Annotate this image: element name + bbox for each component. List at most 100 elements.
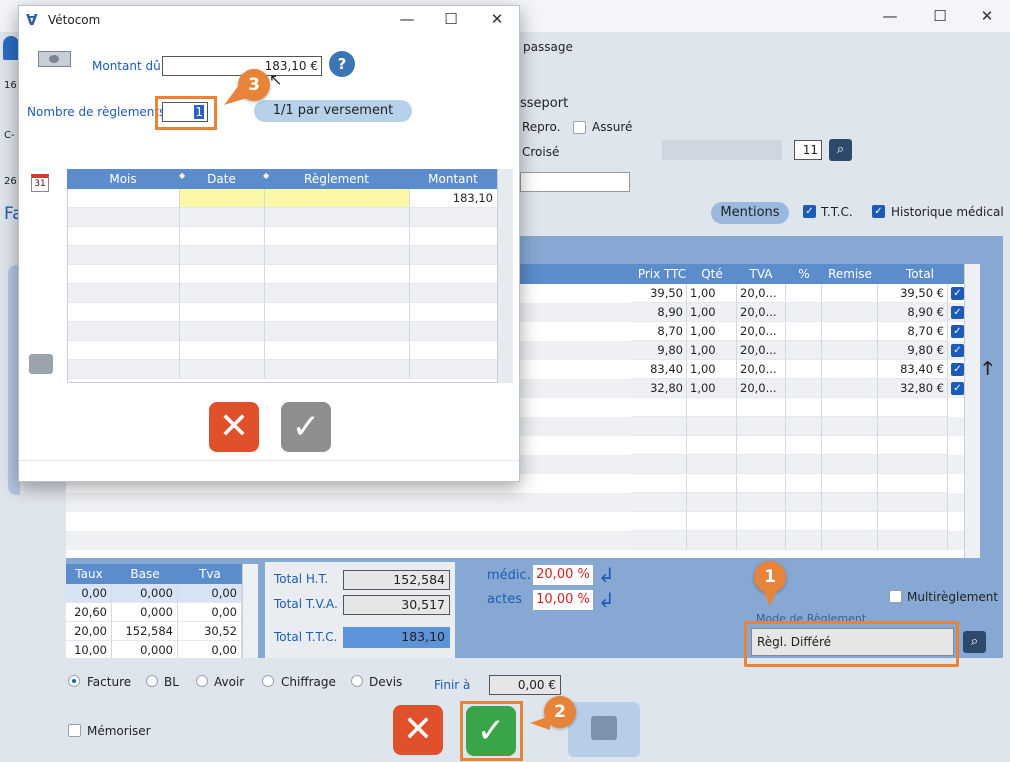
maximize-icon[interactable]: ☐ (917, 0, 963, 32)
remise-actes-value[interactable]: 10,00 % (533, 590, 593, 610)
ttc-checkbox[interactable]: ✓ (803, 205, 816, 218)
close-icon[interactable]: ✕ (474, 3, 520, 35)
table-cell (410, 265, 498, 284)
mentions-button[interactable]: Mentions (711, 202, 789, 224)
croise-number[interactable]: 11 (794, 140, 822, 160)
radio-chiffrage[interactable] (262, 675, 274, 687)
radio-avoir[interactable] (196, 675, 208, 687)
tva-row[interactable]: 10,00 0,000 0,00 (66, 641, 242, 658)
table-cell[interactable] (265, 189, 410, 208)
table-row[interactable]: 183,10 (68, 189, 498, 208)
tva-scrollbar[interactable] (242, 564, 258, 658)
col-total[interactable]: Total (878, 264, 962, 284)
remise-medic-value[interactable]: 20,00 % (533, 565, 593, 585)
radio-facture[interactable] (68, 675, 80, 687)
radio-bl[interactable] (146, 675, 158, 687)
validate-button[interactable]: ✓ (281, 402, 331, 452)
col-tva[interactable]: TVA (737, 264, 785, 284)
table-cell (822, 398, 878, 417)
sort-icon[interactable]: ◆ (263, 171, 269, 180)
table-cell (786, 417, 822, 436)
table-row[interactable] (68, 208, 498, 227)
table-row[interactable] (68, 265, 498, 284)
col-montant[interactable]: Montant (409, 169, 497, 189)
multireglement-label: Multirèglement (907, 590, 999, 604)
radio-bl-label: BL (164, 675, 179, 689)
printer-icon[interactable] (29, 354, 53, 374)
table-row[interactable] (68, 227, 498, 246)
search-icon[interactable]: ⌕ (963, 631, 986, 653)
enter-icon[interactable]: ↲ (598, 563, 615, 587)
versement-button[interactable]: 1/1 par versement (254, 100, 412, 122)
table-row[interactable] (68, 322, 498, 341)
table-cell (631, 436, 687, 455)
total-tva-value: 30,517 (343, 595, 450, 615)
repro-label: Repro. (522, 120, 561, 134)
table-cell (180, 265, 265, 284)
line-checkbox[interactable]: ✓ (951, 382, 964, 395)
assure-checkbox[interactable] (573, 121, 586, 134)
col-mois[interactable]: Mois (67, 169, 179, 189)
table-row[interactable] (66, 531, 964, 550)
croise-field[interactable] (662, 140, 782, 160)
radio-devis[interactable] (351, 675, 363, 687)
table-cell (631, 512, 687, 531)
table-row[interactable] (66, 493, 964, 512)
cancel-button[interactable]: ✕ (209, 402, 259, 452)
table-cell (687, 436, 737, 455)
finir-field[interactable]: 0,00 € (489, 675, 561, 695)
arrow-up-icon[interactable]: 🡑 (983, 356, 992, 386)
line-checkbox[interactable]: ✓ (951, 306, 964, 319)
line-checkbox[interactable]: ✓ (951, 287, 964, 300)
table-row[interactable] (68, 246, 498, 265)
memoriser-checkbox[interactable] (68, 724, 81, 737)
col-qte[interactable]: Qté (687, 264, 737, 284)
calendar-icon[interactable]: 31 (31, 174, 49, 192)
tva-row[interactable]: 0,00 0,000 0,00 (66, 584, 242, 603)
table-row[interactable] (68, 341, 498, 360)
lines-scrollbar[interactable] (964, 264, 980, 558)
table-row[interactable] (68, 360, 498, 379)
cancel-button[interactable]: ✕ (393, 705, 443, 755)
table-cell (878, 493, 948, 512)
maximize-icon[interactable]: ☐ (428, 3, 474, 35)
table-cell: 39,50 € (878, 284, 948, 303)
table-cell: 183,10 (410, 189, 498, 208)
col-reglement[interactable]: Règlement (264, 169, 409, 189)
line-checkbox[interactable]: ✓ (951, 344, 964, 357)
table-cell (737, 493, 786, 512)
table-row[interactable] (68, 284, 498, 303)
print-button[interactable] (568, 702, 640, 757)
validate-button[interactable]: ✓ (466, 706, 516, 756)
table-row[interactable] (66, 512, 964, 531)
historique-checkbox[interactable]: ✓ (872, 205, 885, 218)
nombre-field[interactable]: 1 (162, 102, 208, 122)
table-cell[interactable] (180, 189, 265, 208)
help-icon[interactable]: ? (329, 51, 355, 77)
tva-row[interactable]: 20,60 0,000 0,00 (66, 603, 242, 622)
minimize-icon[interactable]: — (867, 0, 913, 32)
minimize-icon[interactable]: — (384, 3, 430, 35)
montant-label: Montant dû (92, 59, 161, 73)
radio-devis-label: Devis (369, 675, 403, 689)
tva-row[interactable]: 20,00 152,584 30,52 (66, 622, 242, 641)
multireglement-checkbox[interactable] (889, 590, 902, 603)
table-cell (687, 512, 737, 531)
sort-icon[interactable]: ◆ (179, 171, 185, 180)
enter-icon[interactable]: ↲ (598, 588, 615, 612)
search-icon[interactable]: ⌕ (829, 139, 852, 161)
col-pct[interactable]: % (786, 264, 822, 284)
close-icon[interactable]: ✕ (964, 0, 1010, 32)
line-checkbox[interactable]: ✓ (951, 325, 964, 338)
table-row[interactable] (68, 303, 498, 322)
table-cell: 20,0... (737, 284, 786, 303)
line-checkbox[interactable]: ✓ (951, 363, 964, 376)
table-cell (631, 417, 687, 436)
table-cell: 1,00 (687, 284, 737, 303)
text-field[interactable] (520, 172, 630, 192)
col-prix[interactable]: Prix TTC (631, 264, 693, 284)
col-remise[interactable]: Remise (822, 264, 878, 284)
mode-reglement-select[interactable]: Règl. Différé (751, 628, 954, 656)
schedule-scrollbar[interactable] (497, 169, 513, 383)
col-date[interactable]: Date (179, 169, 264, 189)
